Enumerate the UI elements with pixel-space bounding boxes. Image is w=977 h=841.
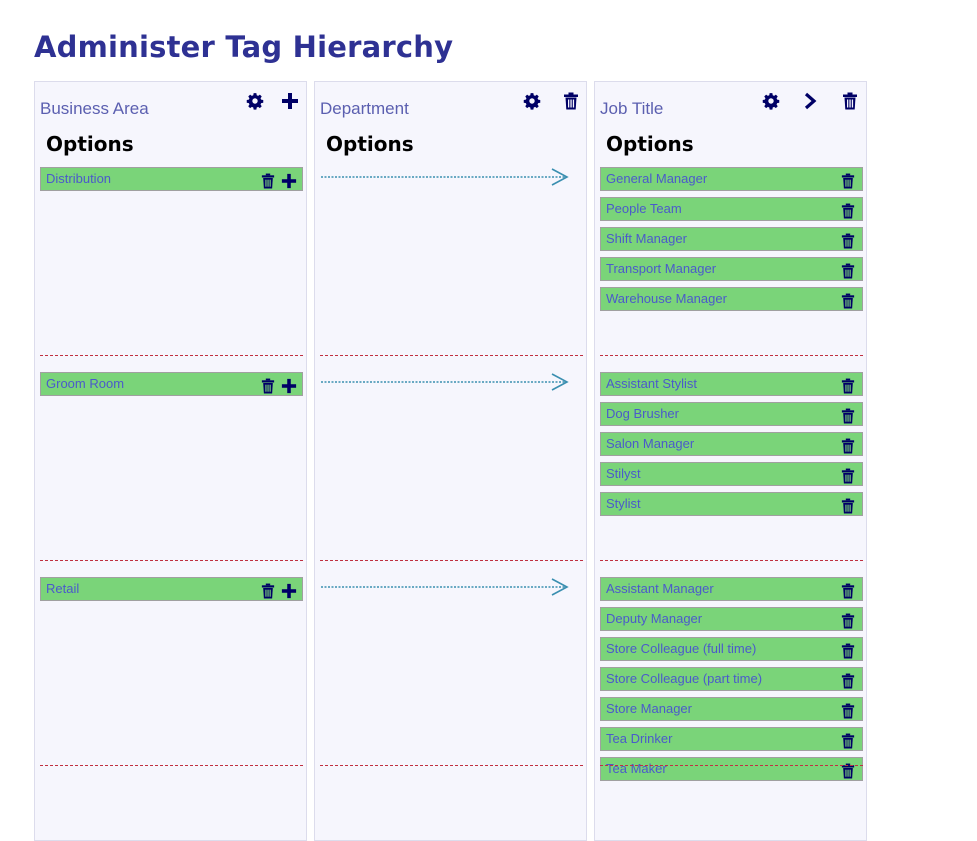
gear-icon[interactable] [245, 91, 265, 111]
trash-icon[interactable] [561, 91, 581, 111]
job-title-tag[interactable]: Stilyst [600, 462, 863, 486]
tag-label: Dog Brusher [606, 406, 679, 421]
column-title: Business Area [40, 99, 149, 118]
trash-icon[interactable] [840, 232, 856, 250]
business-area-tag[interactable]: Groom Room [40, 372, 303, 396]
tag-label: People Team [606, 201, 682, 216]
tag-label: Store Colleague (full time) [606, 641, 757, 656]
trash-icon[interactable] [840, 642, 856, 660]
options-label: Options [46, 132, 134, 156]
trash-icon[interactable] [260, 582, 276, 600]
chevron-right-icon[interactable] [800, 91, 820, 111]
job-title-tag[interactable]: General Manager [600, 167, 863, 191]
column-title: Department [320, 99, 409, 118]
trash-icon[interactable] [840, 172, 856, 190]
trash-icon[interactable] [840, 292, 856, 310]
column-business-area: Business Area Options Distribution Groom … [34, 81, 307, 841]
group-divider [600, 355, 863, 356]
job-title-tag[interactable]: Warehouse Manager [600, 287, 863, 311]
tag-label: Assistant Stylist [606, 376, 698, 391]
page-title: Administer Tag Hierarchy [34, 30, 454, 64]
job-title-tag[interactable]: Salon Manager [600, 432, 863, 456]
group-divider [600, 765, 863, 766]
tag-label: Warehouse Manager [606, 291, 727, 306]
trash-icon[interactable] [840, 262, 856, 280]
tag-label: Tea Maker [606, 761, 667, 776]
tag-label: Store Manager [606, 701, 692, 716]
business-area-tag[interactable]: Retail [40, 577, 303, 601]
options-label: Options [326, 132, 414, 156]
column-title: Job Title [600, 99, 664, 118]
tag-label: Deputy Manager [606, 611, 703, 626]
group-divider [40, 355, 303, 356]
tag-label: Store Colleague (part time) [606, 671, 763, 686]
plus-icon[interactable] [281, 582, 297, 600]
job-title-tag[interactable]: People Team [600, 197, 863, 221]
group-divider [320, 355, 583, 356]
tag-label: Retail [46, 581, 80, 596]
trash-icon[interactable] [840, 407, 856, 425]
tag-label: Groom Room [46, 376, 125, 391]
trash-icon[interactable] [840, 582, 856, 600]
tag-label: Distribution [46, 171, 112, 186]
group-divider [320, 560, 583, 561]
trash-icon[interactable] [840, 467, 856, 485]
job-title-tag[interactable]: Deputy Manager [600, 607, 863, 631]
trash-icon[interactable] [840, 732, 856, 750]
group-divider [40, 765, 303, 766]
job-title-tag[interactable]: Shift Manager [600, 227, 863, 251]
group-divider [600, 560, 863, 561]
options-label: Options [606, 132, 694, 156]
tag-label: Transport Manager [606, 261, 717, 276]
column-department: Department Options [314, 81, 587, 841]
tag-label: Salon Manager [606, 436, 695, 451]
tag-label: Stylist [606, 496, 641, 511]
trash-icon[interactable] [840, 377, 856, 395]
trash-icon[interactable] [260, 377, 276, 395]
trash-icon[interactable] [840, 91, 860, 111]
trash-icon[interactable] [840, 202, 856, 220]
job-title-tag[interactable]: Stylist [600, 492, 863, 516]
job-title-tag[interactable]: Assistant Manager [600, 577, 863, 601]
job-title-tag[interactable]: Store Colleague (full time) [600, 637, 863, 661]
job-title-tag[interactable]: Transport Manager [600, 257, 863, 281]
plus-icon[interactable] [280, 91, 300, 111]
trash-icon[interactable] [260, 172, 276, 190]
arrow-right-icon [320, 577, 570, 597]
tag-label: General Manager [606, 171, 708, 186]
trash-icon[interactable] [840, 497, 856, 515]
tag-label: Tea Drinker [606, 731, 673, 746]
gear-icon[interactable] [761, 91, 781, 111]
arrow-right-icon [320, 167, 570, 187]
group-divider [320, 765, 583, 766]
job-title-tag[interactable]: Dog Brusher [600, 402, 863, 426]
job-title-tag[interactable]: Assistant Stylist [600, 372, 863, 396]
trash-icon[interactable] [840, 612, 856, 630]
trash-icon[interactable] [840, 702, 856, 720]
job-title-tag[interactable]: Tea Drinker [600, 727, 863, 751]
tag-label: Stilyst [606, 466, 641, 481]
trash-icon[interactable] [840, 437, 856, 455]
group-divider [40, 560, 303, 561]
arrow-right-icon [320, 372, 570, 392]
business-area-tag[interactable]: Distribution [40, 167, 303, 191]
tag-label: Shift Manager [606, 231, 687, 246]
job-title-tag[interactable]: Store Manager [600, 697, 863, 721]
job-title-tag[interactable]: Tea Maker [600, 757, 863, 781]
gear-icon[interactable] [522, 91, 542, 111]
trash-icon[interactable] [840, 672, 856, 690]
job-title-tag[interactable]: Store Colleague (part time) [600, 667, 863, 691]
tag-label: Assistant Manager [606, 581, 714, 596]
plus-icon[interactable] [281, 377, 297, 395]
column-job-title: Job Title Options General Manager People … [594, 81, 867, 841]
plus-icon[interactable] [281, 172, 297, 190]
